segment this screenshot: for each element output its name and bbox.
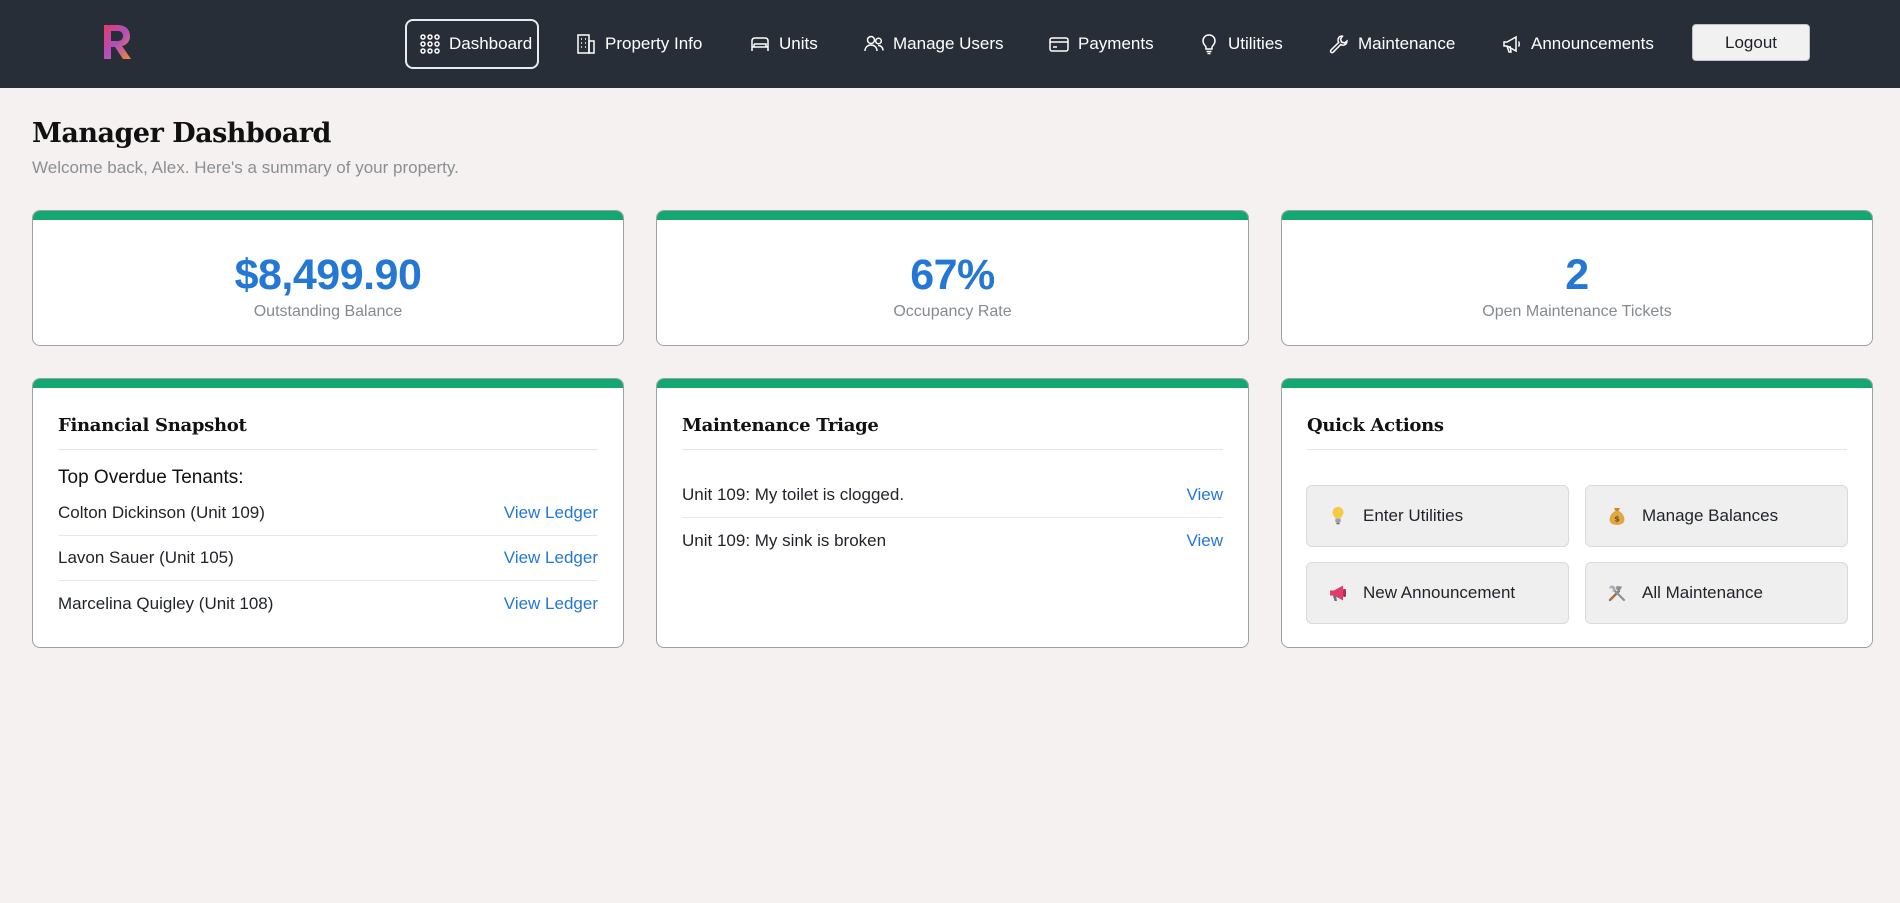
card-title: Financial Snapshot	[58, 415, 598, 450]
tools-emoji-icon	[1606, 582, 1628, 604]
stat-value: 67%	[910, 251, 995, 299]
list-item: Unit 109: My sink is broken View	[682, 518, 1223, 563]
stat-card-outstanding-balance: $8,499.90 Outstanding Balance	[32, 210, 624, 346]
nav-label: Manage Users	[893, 34, 1004, 53]
bed-icon	[751, 37, 769, 51]
grid-icon	[420, 34, 440, 54]
view-ticket-link[interactable]: View	[1186, 531, 1223, 551]
tenant-name: Colton Dickinson (Unit 109)	[58, 503, 265, 522]
ticket-text: Unit 109: My toilet is clogged.	[682, 485, 905, 504]
stat-value: $8,499.90	[234, 251, 422, 299]
nav-payments[interactable]: Payments	[1048, 19, 1154, 69]
card-title: Maintenance Triage	[682, 415, 1223, 450]
building-icon	[577, 34, 595, 54]
list-item: Colton Dickinson (Unit 109) View Ledger	[58, 491, 598, 536]
stat-label: Open Maintenance Tickets	[1482, 303, 1672, 320]
logout-button[interactable]: Logout	[1692, 24, 1810, 61]
list-item: Lavon Sauer (Unit 105) View Ledger	[58, 536, 598, 581]
tenant-name: Lavon Sauer (Unit 105)	[58, 548, 234, 567]
ticket-text: Unit 109: My sink is broken	[682, 530, 887, 550]
nav-label: Utilities	[1228, 34, 1283, 53]
stat-label: Outstanding Balance	[253, 303, 403, 320]
view-ledger-link[interactable]: View Ledger	[504, 548, 598, 568]
all-maintenance-button[interactable]: All Maintenance	[1585, 562, 1848, 624]
button-label: Enter Utilities	[1363, 506, 1464, 525]
nav-property-info[interactable]: Property Info	[575, 19, 702, 69]
nav-dashboard[interactable]: Dashboard	[405, 19, 539, 69]
page-title: Manager Dashboard	[32, 118, 331, 149]
svg-text:$: $	[1614, 515, 1620, 524]
stat-value: 2	[1565, 251, 1589, 299]
nav-utilities[interactable]: Utilities	[1198, 19, 1283, 69]
nav-label: Dashboard	[449, 34, 533, 53]
nav-maintenance[interactable]: Maintenance	[1328, 19, 1455, 69]
money-bag-emoji-icon: $	[1606, 505, 1628, 527]
credit-card-icon	[1049, 37, 1069, 52]
nav-label: Property Info	[605, 34, 703, 53]
manage-balances-button[interactable]: $ Manage Balances	[1585, 485, 1848, 547]
nav-label: Announcements	[1531, 34, 1654, 53]
page-subtitle: Welcome back, Alex. Here's a summary of …	[32, 158, 459, 177]
nav-label: Units	[779, 34, 818, 53]
financial-snapshot-card: Financial Snapshot Top Overdue Tenants: …	[32, 378, 624, 648]
top-navbar: Dashboard Property Info Units Manage Use…	[0, 0, 1900, 88]
stat-card-open-tickets: 2 Open Maintenance Tickets	[1281, 210, 1873, 346]
stat-label: Occupancy Rate	[893, 303, 1012, 320]
button-label: New Announcement	[1363, 583, 1516, 602]
list-item: Unit 109: My toilet is clogged. View	[682, 473, 1223, 518]
list-item: Marcelina Quigley (Unit 108) View Ledger	[58, 581, 598, 626]
nav-manage-users[interactable]: Manage Users	[863, 19, 1004, 69]
maintenance-triage-card: Maintenance Triage Unit 109: My toilet i…	[656, 378, 1249, 648]
view-ledger-link[interactable]: View Ledger	[504, 594, 598, 614]
lightbulb-emoji-icon	[1327, 505, 1349, 527]
lightbulb-icon	[1202, 34, 1216, 55]
megaphone-icon	[1503, 35, 1520, 53]
new-announcement-button[interactable]: New Announcement	[1306, 562, 1569, 624]
view-ticket-link[interactable]: View	[1186, 485, 1223, 505]
quick-actions-card: Quick Actions Enter Utilities $ Manage B…	[1281, 378, 1873, 648]
view-ledger-link[interactable]: View Ledger	[504, 503, 598, 523]
users-icon	[864, 35, 884, 52]
nav-label: Maintenance	[1358, 34, 1456, 53]
nav-announcements[interactable]: Announcements	[1501, 19, 1654, 69]
stat-card-occupancy-rate: 67% Occupancy Rate	[656, 210, 1249, 346]
app-logo[interactable]	[100, 22, 134, 62]
button-label: Manage Balances	[1642, 506, 1779, 525]
tenant-name: Marcelina Quigley (Unit 108)	[58, 593, 274, 613]
enter-utilities-button[interactable]: Enter Utilities	[1306, 485, 1569, 547]
nav-label: Payments	[1078, 34, 1154, 53]
wrench-icon	[1329, 35, 1348, 54]
nav-units[interactable]: Units	[749, 19, 818, 69]
button-label: All Maintenance	[1642, 583, 1763, 602]
megaphone-emoji-icon	[1327, 582, 1349, 604]
card-title: Quick Actions	[1307, 415, 1847, 450]
overdue-heading: Top Overdue Tenants:	[58, 467, 244, 488]
